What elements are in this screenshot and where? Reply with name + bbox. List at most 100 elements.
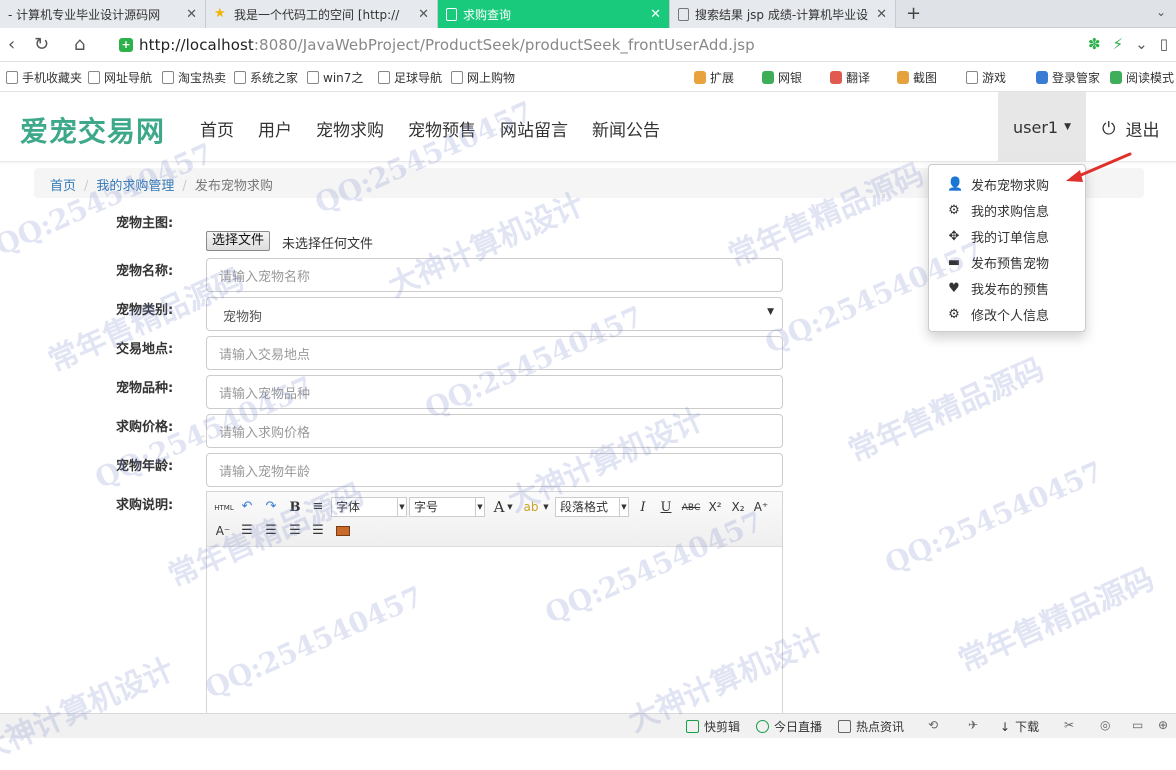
browser-icon[interactable]: ◎ [1100,718,1110,732]
status-news[interactable]: 热点资讯 [838,718,904,735]
placeholder: 请输入宠物品种 [219,387,311,402]
font-size-up-icon[interactable]: A⁺ [751,497,771,517]
strikethrough-button[interactable]: ABC [679,498,703,518]
menu-item-my-presale[interactable]: ♥ 我发布的预售 [929,275,1085,301]
bookmark-item[interactable]: 网址导航 [88,69,152,86]
reload-icon[interactable]: ↻ [34,34,49,55]
status-download[interactable]: ↓ 下载 [1000,718,1039,735]
bookmark-item[interactable]: 系统之家 [234,69,298,86]
superscript-button[interactable]: X² [705,497,725,517]
menu-item-edit-profile[interactable]: ⚙ 修改个人信息 [929,301,1085,327]
screenshot-button[interactable]: 截图 [897,69,937,86]
new-tab-button[interactable]: + [906,3,921,24]
scissor-icon[interactable]: ✂ [1064,718,1074,732]
extensions-button[interactable]: 扩展 [694,69,734,86]
html-source-button[interactable]: HTML [213,498,235,518]
page-icon [234,71,246,84]
pin-icon[interactable]: ✈ [968,718,978,732]
caret-down-icon[interactable]: ▼ [505,497,515,517]
italic-button[interactable]: I [633,498,653,518]
home-icon[interactable]: ⌂ [74,34,85,55]
bookmark-item[interactable]: 手机收藏夹 [6,69,82,86]
close-icon[interactable]: ✕ [876,7,887,22]
bookmark-label: 手机收藏夹 [22,71,83,85]
logout-button[interactable]: ⏻ 退出 [1102,116,1159,142]
font-size-down-icon[interactable]: A⁻ [213,521,233,541]
font-family-select[interactable]: 字体 ▼ [331,497,407,517]
lightning-icon[interactable]: ⚡ [1113,35,1124,53]
price-input[interactable]: 请输入求购价格 [206,414,783,448]
nav-home[interactable]: 首页 [200,116,234,141]
age-input[interactable]: 请输入宠物年龄 [206,453,783,487]
close-icon[interactable]: ✕ [186,7,197,22]
bold-button[interactable]: B [285,498,305,518]
bookmark-item[interactable]: win7之 [307,69,363,86]
bank-button[interactable]: 网银 [762,69,802,86]
align-justify-icon[interactable]: ☰ [308,521,328,541]
pet-category-select[interactable]: 宠物狗 ▼ [206,297,783,331]
browser-tab[interactable]: ★ 我是一个代码工的空间 [http:// ✕ [206,0,438,28]
bookmark-item[interactable]: 淘宝热卖 [162,69,226,86]
align-left-icon[interactable]: ☰ [237,521,257,541]
caret-down-icon[interactable]: ▼ [541,497,551,517]
paragraph-format-select[interactable]: 段落格式 ▼ [555,497,629,517]
back-icon[interactable]: ‹ [8,34,15,55]
nav-users[interactable]: 用户 [258,116,292,141]
underline-button[interactable]: U [656,498,676,518]
choose-file-button[interactable]: 选择文件 [206,231,271,251]
close-icon[interactable]: ✕ [650,7,661,22]
highlight-icon[interactable]: ab [521,497,541,517]
page-icon [678,7,689,21]
redo-icon[interactable]: ↷ [261,497,281,517]
status-live[interactable]: 今日直播 [756,718,822,735]
refresh-icon[interactable]: ⟲ [928,718,938,732]
games-button[interactable]: 游戏 [966,69,1006,86]
undo-icon[interactable]: ↶ [237,497,257,517]
user-icon: 👤 [947,176,964,192]
menu-item-my-wanted[interactable]: ⚙ 我的求购信息 [929,197,1085,223]
align-right-icon[interactable]: ☰ [285,521,305,541]
breadcrumb-home[interactable]: 首页 [50,179,76,194]
bookmark-item[interactable]: 网上购物 [451,69,515,86]
subscript-button[interactable]: X₂ [728,497,748,517]
format-clear-icon[interactable]: ≡ [308,497,328,517]
pet-name-input[interactable]: 请输入宠物名称 [206,258,783,292]
accelerator-icon[interactable]: ✽ [1088,35,1101,53]
status-clip[interactable]: 快剪辑 [686,718,740,735]
site-logo[interactable]: 爱宠交易网 [20,110,165,150]
chevron-down-icon[interactable]: ⌄ [1156,5,1166,19]
close-icon[interactable]: ✕ [418,7,429,22]
editor-toolbar: HTML ↶ ↷ B ≡ 字体 ▼ 字号 ▼ A ▼ ab ▼ 段落格式 ▼ I U … [207,492,782,547]
bookmark-item[interactable]: 足球导航 [378,69,442,86]
page-icon [446,7,457,21]
browser-tab-active[interactable]: 求购查询 ✕ [438,0,670,28]
gamepad-icon [966,71,978,84]
toolbar-label: 截图 [913,71,938,85]
phone-icon[interactable]: ▯ [1160,35,1168,53]
status-label: 下载 [1015,720,1040,734]
editor-content-area[interactable] [207,548,782,720]
reading-mode-button[interactable]: 阅读模式 [1110,69,1174,86]
browser-tab[interactable]: - 计算机专业毕业设计源码网 ✕ [0,0,206,28]
menu-item-publish-presale[interactable]: ▬ 发布预售宠物 [929,249,1085,275]
font-size-select[interactable]: 字号 ▼ [409,497,485,517]
nav-messages[interactable]: 网站留言 [500,116,568,141]
zoom-icon[interactable]: ⊕ [1158,718,1168,732]
page-icon [307,71,319,84]
nav-pet-presale[interactable]: 宠物预售 [408,116,476,141]
insert-image-icon[interactable] [333,521,353,541]
translate-button[interactable]: 翻译 [830,69,870,86]
nav-pet-wanted[interactable]: 宠物求购 [316,116,384,141]
browser-tab[interactable]: 搜索结果 jsp 成绩-计算机毕业设 ✕ [670,0,896,28]
breed-input[interactable]: 请输入宠物品种 [206,375,783,409]
location-input[interactable]: 请输入交易地点 [206,336,783,370]
breadcrumb-my-wanted[interactable]: 我的求购管理 [96,179,174,194]
align-center-icon[interactable]: ☰ [261,521,281,541]
chevron-down-icon[interactable]: ⌄ [1135,35,1148,53]
login-manager-button[interactable]: 登录管家 [1036,69,1100,86]
window-icon[interactable]: ▭ [1132,718,1143,732]
nav-news[interactable]: 新闻公告 [592,116,660,141]
menu-item-publish-wanted[interactable]: 👤 发布宠物求购 [929,171,1085,197]
menu-item-my-orders[interactable]: ✥ 我的订单信息 [929,223,1085,249]
url-field[interactable]: http://localhost:8080/JavaWebProject/Pro… [139,36,755,54]
